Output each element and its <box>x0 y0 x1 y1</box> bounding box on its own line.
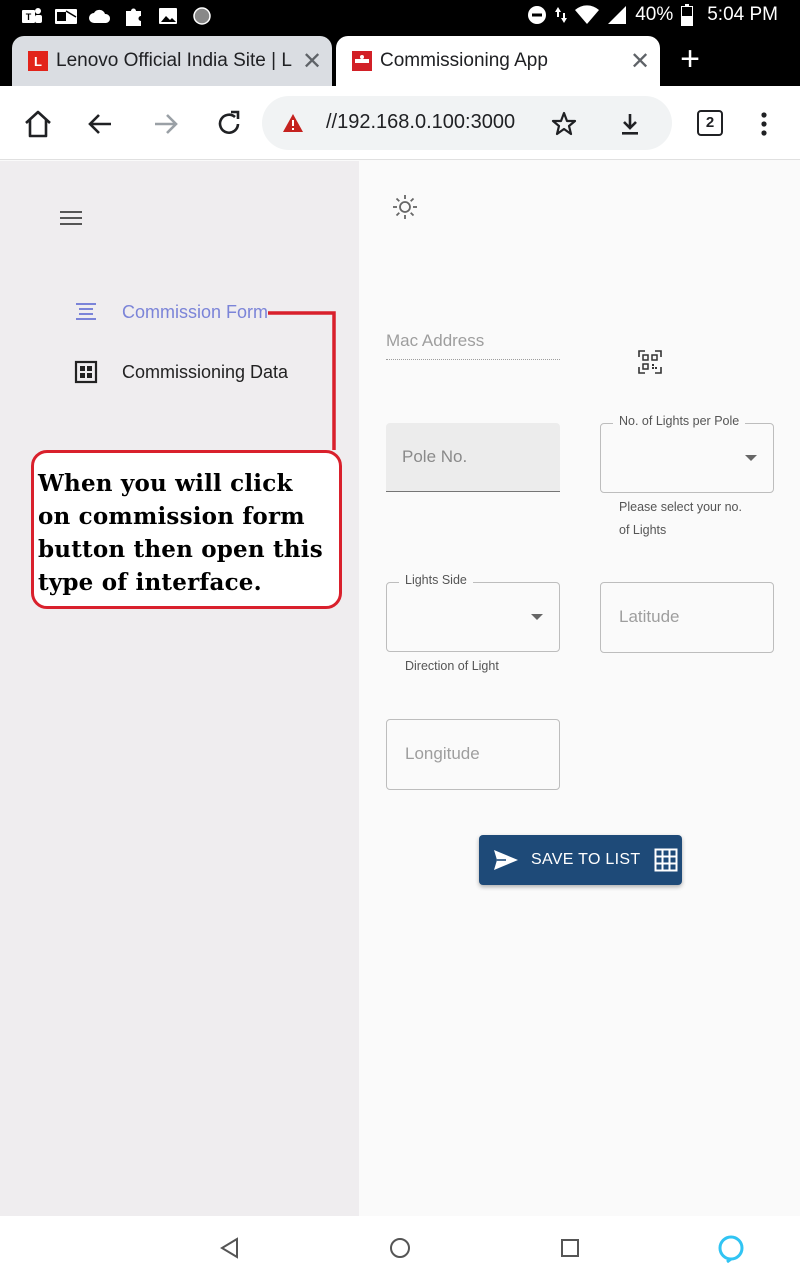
latitude-placeholder: Latitude <box>619 607 680 626</box>
sidebar: Commission Form Commissioning Data <box>0 161 359 1216</box>
theme-toggle-sun-icon[interactable] <box>391 193 419 221</box>
align-center-icon <box>76 303 96 320</box>
tab-commissioning-app[interactable]: Commissioning App ✕ <box>336 36 660 86</box>
tab-close-icon[interactable]: ✕ <box>292 47 332 76</box>
tab-close-icon[interactable]: ✕ <box>620 47 660 76</box>
clock: 5:04 PM <box>707 4 778 25</box>
lights-side-label: Lights Side <box>399 573 473 587</box>
dropdown-caret-icon <box>745 455 757 461</box>
tab-switcher-button[interactable]: 2 <box>697 110 723 136</box>
grid-icon <box>74 360 98 384</box>
address-bar[interactable]: //192.168.0.100:3000 <box>262 96 672 150</box>
lenovo-favicon-icon: L <box>28 51 48 71</box>
data-arrows-icon <box>555 7 568 23</box>
reload-icon[interactable] <box>213 108 245 140</box>
circle-dot-icon <box>193 7 211 25</box>
save-to-list-button[interactable]: SAVE TO LIST <box>479 835 682 885</box>
annotation-callout: When you will click on commission form b… <box>31 450 342 609</box>
download-icon[interactable] <box>616 110 644 138</box>
longitude-input[interactable]: Longitude <box>386 719 560 790</box>
forward-icon[interactable] <box>149 108 181 140</box>
pole-no-input[interactable]: Pole No. <box>386 423 560 492</box>
lights-per-pole-select[interactable]: No. of Lights per Pole <box>600 414 774 493</box>
more-menu-icon[interactable] <box>748 108 780 140</box>
tab-title: Lenovo Official India Site | Lap <box>56 50 292 71</box>
puzzle-icon <box>126 8 141 26</box>
pole-no-placeholder: Pole No. <box>402 447 468 466</box>
lights-per-pole-helper: Please select your no. of Lights <box>619 500 742 537</box>
battery-icon <box>681 4 694 26</box>
browser-toolbar: //192.168.0.100:3000 2 <box>0 86 800 160</box>
new-tab-button[interactable]: + <box>672 42 708 78</box>
dnd-icon <box>528 6 547 24</box>
bookmark-star-icon[interactable] <box>550 110 578 138</box>
svg-text:L: L <box>34 54 42 69</box>
home-icon[interactable] <box>22 108 54 140</box>
latitude-input[interactable]: Latitude <box>600 582 774 653</box>
table-grid-icon <box>654 848 678 872</box>
sidebar-item-commission-form[interactable]: Commission Form <box>74 297 268 327</box>
nav-recents-icon[interactable] <box>558 1236 582 1260</box>
mac-address-field[interactable]: Mac Address <box>386 328 560 360</box>
tab-strip: L Lenovo Official India Site | Lap ✕ Com… <box>0 34 800 86</box>
qr-scan-icon[interactable] <box>638 350 662 374</box>
sidebar-item-commissioning-data[interactable]: Commissioning Data <box>74 357 288 387</box>
status-bar: T 40% 5:04 PM <box>0 0 800 34</box>
sidebar-item-label: Commissioning Data <box>122 361 289 382</box>
lights-per-pole-label: No. of Lights per Pole <box>613 414 746 428</box>
notification-icons: T <box>20 5 214 27</box>
back-icon[interactable] <box>85 108 117 140</box>
commission-form: Mac Address Pole No. No. of Lights per P… <box>359 161 800 1216</box>
lights-side-select[interactable]: Lights Side <box>386 573 560 652</box>
system-nav-bar <box>0 1216 800 1280</box>
app-favicon-icon <box>352 51 372 71</box>
cloud-icon <box>89 9 111 23</box>
dropdown-caret-icon <box>531 614 543 620</box>
battery-percent: 40% <box>635 4 674 25</box>
annotation-text: When you will click on commission form b… <box>38 470 323 596</box>
wifi-icon <box>575 5 600 25</box>
alexa-icon[interactable] <box>716 1233 746 1263</box>
image-icon <box>159 8 177 24</box>
sidebar-item-label: Commission Form <box>122 301 269 322</box>
signal-icon <box>608 6 627 24</box>
url-text[interactable]: //192.168.0.100:3000 <box>326 111 515 134</box>
lights-side-helper: Direction of Light <box>405 659 499 673</box>
teams-icon: T <box>22 8 42 23</box>
hamburger-menu-icon[interactable] <box>58 207 84 229</box>
nav-home-icon[interactable] <box>388 1236 412 1260</box>
send-icon <box>494 850 518 870</box>
tab-title: Commissioning App <box>380 50 548 71</box>
mac-address-placeholder: Mac Address <box>386 331 485 350</box>
svg-text:T: T <box>26 12 32 22</box>
longitude-placeholder: Longitude <box>405 744 480 763</box>
save-button-label: SAVE TO LIST <box>531 851 641 868</box>
system-status: 40% 5:04 PM <box>527 4 778 26</box>
nav-back-icon[interactable] <box>218 1236 242 1260</box>
tab-lenovo[interactable]: L Lenovo Official India Site | Lap ✕ <box>12 36 332 86</box>
outlook-icon <box>55 9 77 24</box>
not-secure-warning-icon[interactable] <box>282 112 304 134</box>
